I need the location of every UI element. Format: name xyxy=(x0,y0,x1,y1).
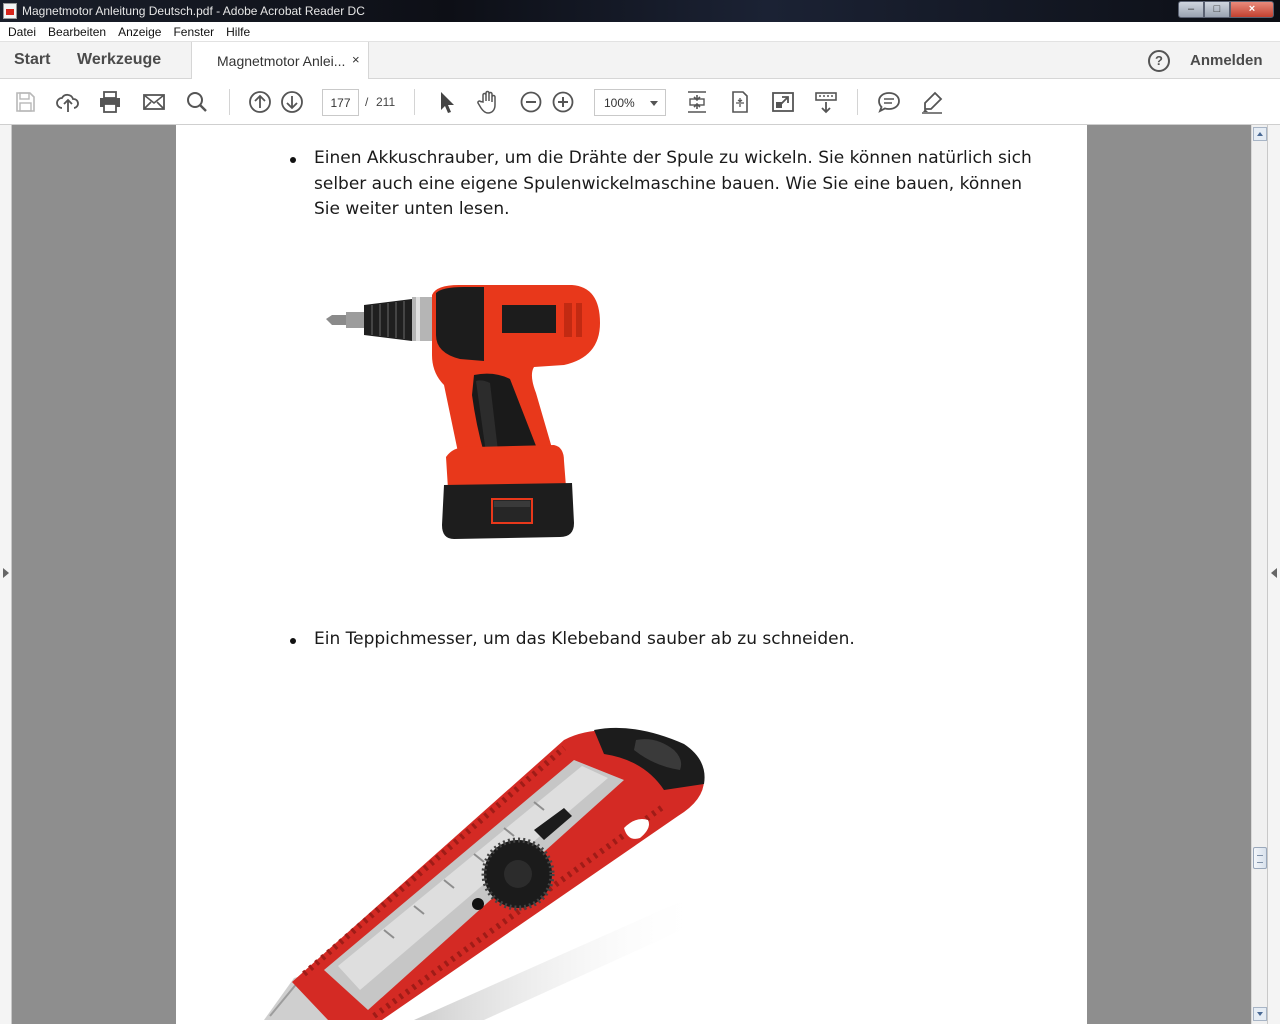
document-viewer: Einen Akkuschrauber, um die Drähte der S… xyxy=(0,125,1280,1024)
tab-home[interactable]: Start xyxy=(14,51,50,69)
fit-page-icon[interactable] xyxy=(684,89,710,115)
email-icon[interactable] xyxy=(141,89,167,115)
bullet-icon xyxy=(290,638,296,644)
page-down-icon[interactable] xyxy=(279,89,305,115)
zoom-value: 100% xyxy=(604,96,635,110)
scroll-up-button[interactable] xyxy=(1253,127,1267,141)
maximize-button[interactable]: □ xyxy=(1204,1,1230,18)
chevron-down-icon xyxy=(650,101,658,106)
toolbar-divider xyxy=(229,89,230,115)
chevron-right-icon xyxy=(3,568,9,578)
save-icon[interactable] xyxy=(12,89,38,115)
menu-edit[interactable]: Bearbeiten xyxy=(42,22,112,41)
paragraph-cutter: Ein Teppichmesser, um das Klebeband saub… xyxy=(314,629,855,649)
menu-help[interactable]: Hilfe xyxy=(220,22,256,41)
menu-file[interactable]: Datei xyxy=(2,22,42,41)
comment-icon[interactable] xyxy=(876,89,902,115)
page-up-icon[interactable] xyxy=(247,89,273,115)
left-pane-toggle[interactable] xyxy=(0,125,12,1024)
tab-bar: Start Werkzeuge Magnetmotor Anlei... × xyxy=(0,42,1280,79)
paragraph-line: Sie weiter unten lesen. xyxy=(314,199,510,220)
help-icon[interactable]: ? xyxy=(1148,50,1170,72)
cordless-drill-image xyxy=(326,285,600,539)
upload-icon[interactable] xyxy=(55,89,81,115)
page-number-input[interactable]: 177 xyxy=(322,89,359,116)
bullet-icon xyxy=(290,157,296,163)
right-pane-toggle[interactable] xyxy=(1267,125,1280,1024)
utility-knife-image xyxy=(264,727,705,1020)
minimize-button[interactable]: – xyxy=(1178,1,1204,18)
print-icon[interactable] xyxy=(97,89,123,115)
scrollbar-thumb[interactable] xyxy=(1253,847,1267,869)
zoom-out-icon[interactable] xyxy=(518,89,544,115)
window-title-bar: Magnetmotor Anleitung Deutsch.pdf - Adob… xyxy=(0,0,1280,22)
scroll-down-button[interactable] xyxy=(1253,1007,1267,1021)
toolbar-divider xyxy=(857,89,858,115)
acrobat-app-icon xyxy=(3,3,17,19)
window-controls: – □ × xyxy=(1178,1,1274,19)
close-window-button[interactable]: × xyxy=(1230,1,1274,18)
tab-tools[interactable]: Werkzeuge xyxy=(77,51,161,69)
chevron-left-icon xyxy=(1271,568,1277,578)
menu-window[interactable]: Fenster xyxy=(167,22,220,41)
paragraph-line: Einen Akkuschrauber, um die Drähte der S… xyxy=(314,148,1032,168)
toolbar-divider xyxy=(414,89,415,115)
select-cursor-icon[interactable] xyxy=(433,89,459,115)
hand-icon[interactable] xyxy=(475,89,501,115)
zoom-in-icon[interactable] xyxy=(550,89,576,115)
document-tab-label: Magnetmotor Anlei... xyxy=(217,53,346,69)
menu-bar: Datei Bearbeiten Anzeige Fenster Hilfe xyxy=(0,22,1280,42)
highlight-icon[interactable] xyxy=(919,89,945,115)
toolbar: 177 / 211 100% xyxy=(0,79,1280,125)
vertical-scrollbar[interactable] xyxy=(1251,125,1267,1024)
zoom-dropdown[interactable]: 100% xyxy=(594,89,666,116)
paragraph-line: selber auch eine eigene Spulenwickelmasc… xyxy=(314,173,1022,194)
full-screen-icon[interactable] xyxy=(770,89,796,115)
search-icon[interactable] xyxy=(184,89,210,115)
window-title: Magnetmotor Anleitung Deutsch.pdf - Adob… xyxy=(22,4,365,18)
paragraph-drill: Einen Akkuschrauber, um die Drähte der S… xyxy=(314,146,1044,223)
fit-width-icon[interactable] xyxy=(727,89,753,115)
pdf-page: Einen Akkuschrauber, um die Drähte der S… xyxy=(176,125,1087,1024)
menu-view[interactable]: Anzeige xyxy=(112,22,167,41)
close-tab-icon[interactable]: × xyxy=(352,52,360,67)
page-separator: / xyxy=(365,95,369,109)
signin-button[interactable]: Anmelden xyxy=(1190,52,1263,69)
page-total: 211 xyxy=(376,95,396,109)
scroll-mode-icon[interactable] xyxy=(813,89,839,115)
tab-document[interactable]: Magnetmotor Anlei... × xyxy=(191,42,369,79)
